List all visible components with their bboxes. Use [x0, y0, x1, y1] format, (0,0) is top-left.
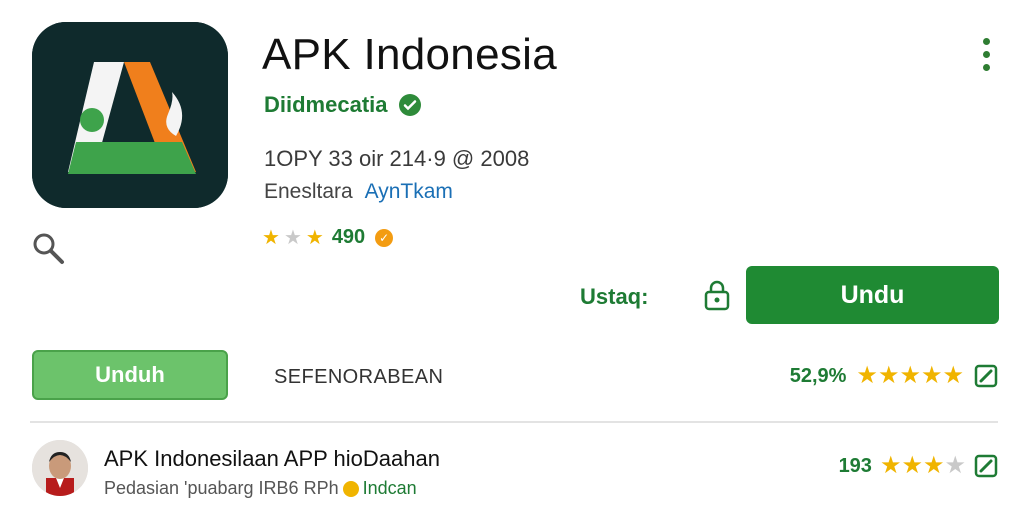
- rating-percent: 52,9%: [789, 364, 847, 387]
- avatar: [32, 440, 88, 496]
- star-icon: ★: [901, 452, 923, 479]
- category-label: Enesltara: [264, 180, 353, 203]
- review-count: 193: [838, 454, 872, 477]
- rating-summary: 52,9% ★★★★★: [790, 364, 998, 388]
- star-icon: ★: [922, 452, 945, 479]
- review-stats: 193 ★★★★: [839, 454, 998, 478]
- search-icon[interactable]: [30, 230, 66, 266]
- install-button[interactable]: Undu: [746, 266, 999, 324]
- category-link[interactable]: AynTkam: [365, 180, 453, 203]
- more-vertical-icon[interactable]: [978, 38, 994, 78]
- review-stars: ★★★★: [880, 454, 966, 478]
- app-title: APK Indonesia: [262, 30, 557, 79]
- star-icon: ★: [856, 362, 878, 389]
- star-icon: ★: [879, 452, 902, 479]
- section-tab-label[interactable]: SEFENORABEAN: [274, 366, 443, 389]
- app-logo-icon: [32, 22, 228, 208]
- developer-row: Diidmecatia: [264, 92, 422, 118]
- lock-icon[interactable]: [702, 278, 732, 312]
- star-icon: ★: [305, 226, 324, 249]
- star-icon: ★: [877, 362, 900, 389]
- badge-icon: [342, 480, 359, 497]
- review-subtitle: Pedasian 'puabarg IRB6 RPh: [104, 478, 339, 498]
- divider: [30, 421, 998, 423]
- rating-row: ★ ★ ★ 490 ✓: [262, 226, 394, 249]
- star-icon: ★: [944, 452, 966, 479]
- verified-icon: [398, 93, 422, 117]
- download-button[interactable]: Unduh: [32, 350, 228, 400]
- edit-icon[interactable]: [974, 364, 998, 388]
- star-icon: ★: [262, 226, 280, 249]
- star-icon: ★: [920, 362, 943, 389]
- star-icon: ★: [942, 362, 964, 389]
- rating-stars: ★★★★★: [856, 364, 964, 388]
- review-subtitle-row: Pedasian 'puabarg IRB6 RPh Indcan: [104, 478, 417, 499]
- rating-count: 490: [331, 226, 366, 248]
- review-tag: Indcan: [362, 478, 417, 498]
- badge-icon: ✓: [375, 228, 394, 247]
- developer-link[interactable]: Diidmecatia: [264, 92, 388, 118]
- star-icon: ★: [899, 362, 921, 389]
- category-row: Enesltara AynTkam: [264, 180, 453, 204]
- app-meta-info: 1OPY 33 oir 214·9 @ 2008: [264, 146, 530, 171]
- edit-icon[interactable]: [974, 454, 998, 478]
- star-icon: ★: [283, 226, 302, 249]
- status-label: Ustaq:: [580, 284, 649, 309]
- review-title: APK Indonesilaan APP hioDaahan: [104, 446, 440, 471]
